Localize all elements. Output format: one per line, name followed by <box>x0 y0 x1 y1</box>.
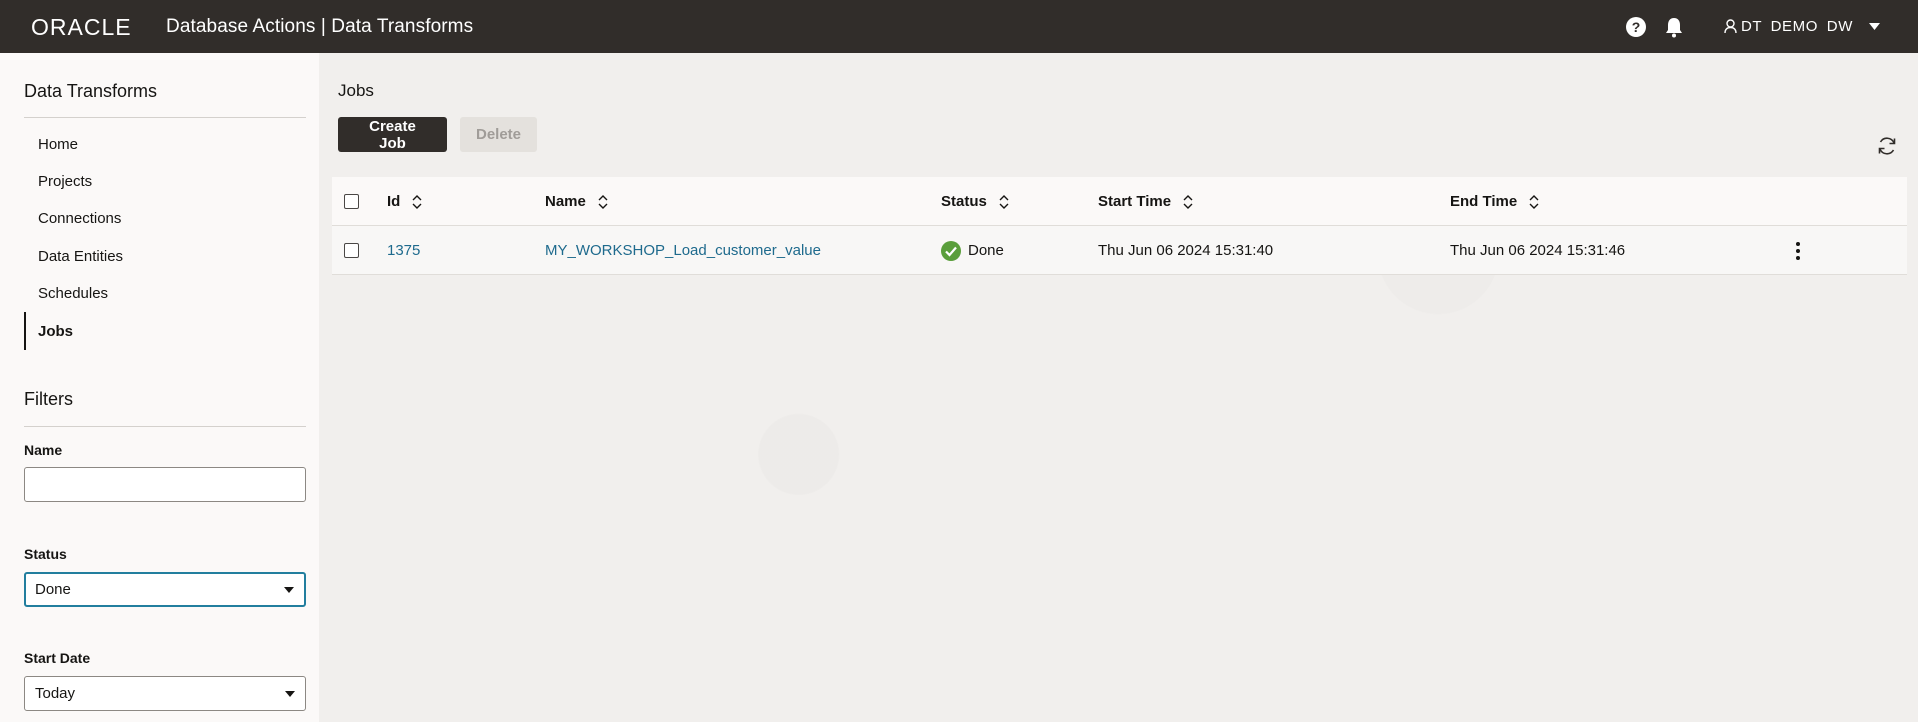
svg-text:?: ? <box>1632 19 1641 35</box>
start-date-filter-label: Start Date <box>24 650 91 666</box>
create-job-button[interactable]: Create Job <box>338 117 447 152</box>
sort-icon[interactable] <box>1529 194 1539 209</box>
filters-divider <box>24 426 306 427</box>
column-header-name[interactable]: Name <box>545 177 608 226</box>
success-check-icon <box>941 240 961 261</box>
app-title: Database Actions | Data Transforms <box>166 15 474 37</box>
sidebar-item-schedules[interactable]: Schedules <box>24 274 306 312</box>
sort-icon[interactable] <box>999 194 1009 209</box>
user-icon <box>1724 19 1737 34</box>
app-header: ORACLE Database Actions | Data Transform… <box>0 0 1918 53</box>
oracle-logo-mark: ORACLE <box>31 16 132 38</box>
sidebar-item-data-entities[interactable]: Data Entities <box>24 237 306 275</box>
start-date-filter-select[interactable]: Today <box>24 676 306 711</box>
sidebar-item-home[interactable]: Home <box>24 125 306 163</box>
sidebar-divider <box>24 117 306 118</box>
sort-icon[interactable] <box>412 194 422 209</box>
refresh-icon[interactable] <box>1876 135 1898 157</box>
job-start-time: Thu Jun 06 2024 15:31:40 <box>1098 242 1274 259</box>
table-row[interactable]: 1375 MY_WORKSHOP_Load_customer_value Don… <box>332 226 1907 275</box>
jobs-table: Id Name Status Start Time End Time 1375 … <box>332 177 1907 275</box>
job-end-time: Thu Jun 06 2024 15:31:46 <box>1450 242 1626 259</box>
sidebar-item-connections[interactable]: Connections <box>24 199 306 237</box>
chevron-down-icon <box>1869 23 1880 30</box>
job-name-link[interactable]: MY_WORKSHOP_Load_customer_value <box>545 226 821 275</box>
row-checkbox[interactable] <box>344 243 359 258</box>
delete-button[interactable]: Delete <box>460 117 537 152</box>
sidebar-item-projects[interactable]: Projects <box>24 162 306 200</box>
column-header-start-time[interactable]: Start Time <box>1098 177 1193 226</box>
name-filter-input[interactable] <box>24 467 306 502</box>
oracle-logo[interactable]: ORACLE <box>31 16 151 38</box>
status-filter-value: Done <box>35 581 71 598</box>
filters-title: Filters <box>24 389 73 409</box>
svg-text:ORACLE: ORACLE <box>31 16 132 38</box>
column-header-status[interactable]: Status <box>941 177 1009 226</box>
sidebar-item-jobs[interactable]: Jobs <box>24 312 306 350</box>
more-actions-icon[interactable] <box>1788 239 1808 263</box>
page-title: Jobs <box>338 81 374 100</box>
column-header-id[interactable]: Id <box>387 177 422 226</box>
sort-icon[interactable] <box>1183 194 1193 209</box>
status-filter-select[interactable]: Done <box>24 572 306 607</box>
table-header: Id Name Status Start Time End Time <box>332 177 1907 226</box>
help-icon[interactable]: ? <box>1624 15 1648 39</box>
select-all-checkbox[interactable] <box>344 194 359 209</box>
job-status: Done <box>941 226 1004 275</box>
status-filter-label: Status <box>24 546 67 562</box>
main-content: Jobs Create Job Delete Id Name Status St… <box>319 53 1918 722</box>
user-name: DT DEMO DW <box>1740 18 1853 35</box>
job-id-link[interactable]: 1375 <box>387 226 420 275</box>
name-filter-label: Name <box>24 442 63 458</box>
sidebar: Data Transforms Home Projects Connection… <box>0 53 319 722</box>
job-status-text: Done <box>968 242 1004 259</box>
start-date-filter-value: Today <box>35 685 76 702</box>
notifications-bell-icon[interactable] <box>1662 15 1686 39</box>
user-menu[interactable]: DT DEMO DW <box>1724 18 1880 35</box>
sort-icon[interactable] <box>598 194 608 209</box>
sidebar-title: Data Transforms <box>24 81 158 101</box>
dropdown-arrow-icon <box>284 586 294 593</box>
column-header-end-time[interactable]: End Time <box>1450 177 1539 226</box>
dropdown-arrow-icon <box>285 690 295 697</box>
